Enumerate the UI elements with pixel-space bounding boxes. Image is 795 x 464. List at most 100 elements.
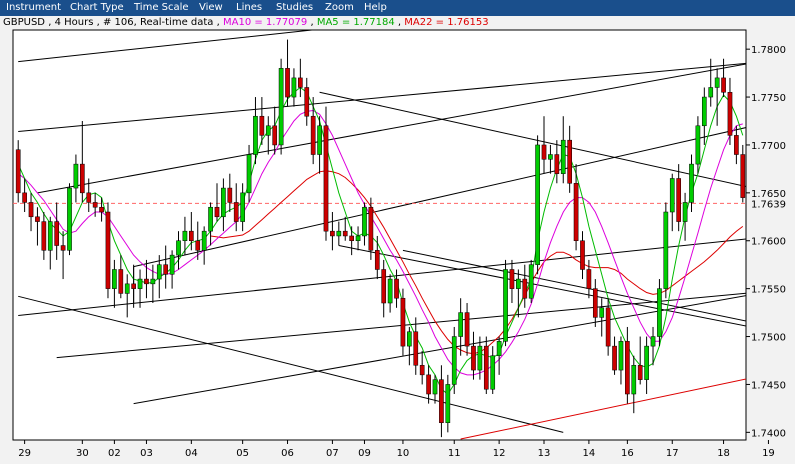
x-tick-label: 09 bbox=[358, 448, 371, 459]
candle-body bbox=[105, 211, 111, 289]
candle-body bbox=[708, 87, 714, 98]
candle-body bbox=[381, 269, 387, 304]
legend-sep: , bbox=[45, 17, 55, 28]
legend-ma5: MA5 = 1.77184 bbox=[316, 17, 395, 28]
candle-body bbox=[387, 278, 393, 304]
candle-body bbox=[233, 202, 239, 222]
candle-body bbox=[394, 278, 399, 299]
candle-body bbox=[612, 345, 617, 371]
current-price-label: 1.7639 bbox=[751, 199, 786, 210]
candle-body bbox=[528, 264, 534, 299]
menu-lines[interactable]: Lines bbox=[236, 1, 262, 15]
candle-body bbox=[118, 269, 124, 294]
x-tick-label: 10 bbox=[397, 448, 410, 459]
legend-ma22: MA22 = 1.76153 bbox=[404, 17, 489, 28]
candle-body bbox=[721, 77, 726, 93]
candle-body bbox=[432, 379, 438, 395]
candle-body bbox=[150, 278, 156, 285]
menu-bar: Instrument Chart Type Time Scale View Li… bbox=[0, 0, 795, 16]
x-tick-label: 12 bbox=[493, 448, 506, 459]
menu-help[interactable]: Help bbox=[364, 1, 387, 15]
y-tick-label: 1.7500 bbox=[751, 333, 786, 344]
candle-body bbox=[272, 125, 278, 146]
menu-instrument[interactable]: Instrument bbox=[6, 1, 61, 15]
candle-body bbox=[445, 384, 451, 424]
candle-body bbox=[176, 240, 181, 256]
candle-body bbox=[189, 230, 194, 241]
candle-body bbox=[362, 206, 367, 237]
candle-body bbox=[503, 269, 508, 342]
candle-body bbox=[714, 77, 720, 88]
menu-chart-type[interactable]: Chart Type bbox=[70, 1, 124, 15]
candle-body bbox=[227, 187, 233, 203]
candle-body bbox=[734, 135, 739, 155]
x-tick-label: 29 bbox=[18, 448, 31, 459]
candle-body bbox=[163, 264, 169, 275]
candle-body bbox=[92, 202, 98, 208]
candle-body bbox=[349, 235, 354, 241]
candle-body bbox=[548, 154, 553, 160]
candle-body bbox=[99, 206, 104, 213]
candle-body bbox=[195, 240, 201, 251]
candle-body bbox=[522, 278, 528, 299]
menu-studies[interactable]: Studies bbox=[276, 1, 313, 15]
candle-body bbox=[535, 144, 540, 265]
candle-body bbox=[657, 288, 662, 337]
legend-sep: , bbox=[307, 17, 317, 28]
candle-body bbox=[592, 288, 598, 318]
candle-body bbox=[259, 115, 265, 136]
legend-bars: # 106 bbox=[102, 17, 134, 28]
candle-body bbox=[285, 68, 290, 98]
x-tick-label: 14 bbox=[583, 448, 596, 459]
price-chart[interactable]: 1.7800 1.7750 1.7700 1.7650 1.7600 1.7550 1.75… bbox=[0, 0, 795, 464]
candle-body bbox=[278, 68, 284, 146]
candle-body bbox=[573, 183, 579, 241]
x-tick-label: 11 bbox=[448, 448, 461, 459]
candle-body bbox=[144, 278, 149, 285]
candle-body bbox=[342, 230, 348, 237]
y-tick-label: 1.7700 bbox=[751, 141, 786, 152]
x-tick-label: 17 bbox=[666, 448, 679, 459]
legend-sep: , bbox=[213, 17, 223, 28]
legend-timeframe: 4 Hours bbox=[54, 17, 94, 28]
candle-body bbox=[471, 345, 476, 371]
x-tick-label: 13 bbox=[538, 448, 551, 459]
candle-body bbox=[35, 216, 40, 222]
candle-body bbox=[650, 336, 656, 347]
y-tick-label: 1.7750 bbox=[751, 93, 786, 104]
candle-body bbox=[265, 125, 271, 136]
candle-body bbox=[560, 139, 566, 174]
candle-body bbox=[439, 379, 444, 424]
candle-body bbox=[554, 154, 560, 174]
candle-body bbox=[400, 297, 406, 347]
x-tick-label: 16 bbox=[621, 448, 634, 459]
candle-body bbox=[41, 221, 47, 251]
menu-zoom[interactable]: Zoom bbox=[325, 1, 354, 15]
candle-body bbox=[79, 163, 85, 194]
candle-body bbox=[740, 154, 746, 198]
candle-body bbox=[86, 192, 92, 203]
menu-view[interactable]: View bbox=[199, 1, 223, 15]
candle-body bbox=[625, 341, 630, 395]
candle-body bbox=[451, 336, 457, 385]
candle-body bbox=[580, 240, 585, 270]
legend-sep: , bbox=[394, 17, 405, 28]
x-tick-label: 04 bbox=[185, 448, 198, 459]
candle-body bbox=[221, 187, 226, 218]
menu-time-scale[interactable]: Time Scale bbox=[134, 1, 189, 15]
candle-body bbox=[214, 206, 220, 218]
candle-body bbox=[426, 374, 431, 395]
candle-body bbox=[330, 230, 335, 237]
candle-body bbox=[541, 144, 547, 160]
candle-body bbox=[54, 221, 60, 246]
candle-body bbox=[137, 278, 143, 289]
candle-body bbox=[169, 254, 175, 275]
y-tick-label: 1.7650 bbox=[751, 189, 786, 200]
candle-body bbox=[253, 115, 258, 155]
candle-body bbox=[637, 365, 643, 380]
candle-body bbox=[689, 163, 694, 203]
candle-body bbox=[663, 211, 669, 289]
candle-body bbox=[682, 202, 688, 222]
legend-symbol: GBPUSD bbox=[3, 17, 46, 28]
x-tick-label: 18 bbox=[717, 448, 730, 459]
